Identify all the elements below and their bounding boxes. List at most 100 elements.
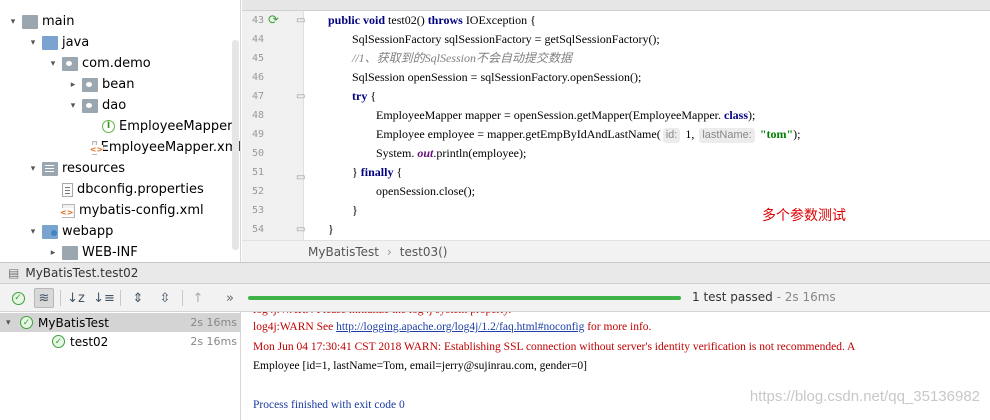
console-line: Mon Jun 04 17:30:41 CST 2018 WARN: Estab… <box>253 338 855 357</box>
fold-icon[interactable]: ▭ <box>296 172 305 183</box>
code-token: } <box>328 222 334 236</box>
tree-item[interactable]: ▾ java <box>0 32 240 53</box>
run-tab[interactable]: ▤ MyBatisTest.test02 <box>0 262 990 284</box>
chevron-down-icon[interactable]: ▾ <box>26 227 40 237</box>
code-line[interactable]: SqlSession openSession = sqlSessionFacto… <box>352 68 641 87</box>
code-token: IOException { <box>465 13 536 27</box>
folder-web-icon <box>42 224 58 239</box>
code-line[interactable]: //1、获取到的SqlSession不会自动提交数据 <box>352 49 572 68</box>
code-token: "tom" <box>756 127 794 141</box>
parameter-hint: id: <box>662 128 681 143</box>
tree-item[interactable]: dbconfig.properties <box>0 179 240 200</box>
test-name: test02 <box>70 334 109 349</box>
console-text: Process finished with exit code 0 <box>253 399 405 411</box>
editor-tab-strip[interactable] <box>242 0 990 11</box>
chevron-down-icon[interactable]: ▾ <box>46 59 60 69</box>
code-token: ); <box>748 108 756 122</box>
file-icon <box>62 182 73 197</box>
test-suite-row[interactable]: ▾ ✓ MyBatisTest 2s 16ms <box>0 313 241 332</box>
folder-src-icon <box>42 35 58 50</box>
show-ignored-icon[interactable]: ≋ <box>34 288 54 308</box>
breadcrumb-class[interactable]: MyBatisTest <box>308 245 379 259</box>
console-line: log4j:WARN See http://logging.apache.org… <box>253 318 651 337</box>
code-token: throws <box>427 13 466 27</box>
code-line[interactable]: } finally { <box>352 163 402 182</box>
line-number: 53 <box>251 205 264 216</box>
code-line[interactable]: Employee employee = mapper.getEmpByIdAnd… <box>376 125 801 144</box>
console-text: log4j:WARN See <box>253 321 337 333</box>
console-text: Employee [id=1, lastName=Tom, email=jerr… <box>253 360 587 372</box>
run-test-gutter-icon[interactable]: ⟳ <box>268 13 279 28</box>
tree-item[interactable]: I EmployeeMapper <box>0 116 240 137</box>
fold-icon[interactable]: ▭ <box>296 224 305 235</box>
code-token: SqlSessionFactory sqlSessionFactory = ge… <box>352 32 660 46</box>
tree-item[interactable]: EmployeeMapper.xml <box>0 137 241 158</box>
line-number: 44 <box>251 34 264 45</box>
console-text: Mon Jun 04 17:30:41 CST 2018 WARN: Estab… <box>253 340 856 353</box>
code-token: Employee employee = mapper.getEmpByIdAnd… <box>376 127 661 141</box>
chevron-right-icon[interactable]: ▸ <box>66 80 80 90</box>
chevron-down-icon[interactable]: ▾ <box>6 17 20 27</box>
folder-icon <box>22 14 38 29</box>
tree-item[interactable]: ▸ WEB-INF <box>0 242 240 262</box>
tree-item[interactable]: ▸ bean <box>0 74 240 95</box>
tree-item[interactable]: ▾ com.demo <box>0 53 240 74</box>
tree-item[interactable]: ▾ main <box>0 11 240 32</box>
code-line[interactable]: } <box>352 201 358 220</box>
chevron-down-icon[interactable]: ▾ <box>26 38 40 48</box>
chevron-right-icon[interactable]: ▸ <box>46 248 60 258</box>
more-actions-icon[interactable]: » <box>220 288 240 308</box>
parameter-hint: lastName: <box>699 128 755 143</box>
package-icon <box>62 56 78 71</box>
interface-icon: I <box>102 120 115 133</box>
collapse-all-icon[interactable]: ⇳ <box>155 288 175 308</box>
tree-item[interactable]: ▾ webapp <box>0 221 240 242</box>
line-number: 47 <box>251 91 264 102</box>
code-line[interactable]: EmployeeMapper mapper = openSession.getM… <box>376 106 755 125</box>
code-token: //1、获取到的SqlSession不会自动提交数据 <box>352 51 573 65</box>
code-editor[interactable]: 43 44 45 46 47 48 49 50 51 52 53 54 ⟳ ▭ ▭ ▭ ▭ publi… <box>242 11 990 240</box>
tree-scrollbar[interactable] <box>232 40 239 250</box>
chevron-down-icon[interactable]: ▾ <box>66 101 80 111</box>
test-status-time: - 2s 16ms <box>772 290 836 304</box>
expand-all-icon[interactable]: ⇕ <box>128 288 148 308</box>
test-results-tree: ▾ ✓ MyBatisTest 2s 16ms ✓ test02 2s 16ms <box>0 312 241 420</box>
folder-icon <box>62 245 78 260</box>
tree-item[interactable]: ▾ resources <box>0 158 240 179</box>
previous-failed-icon[interactable]: ↑ <box>188 288 208 308</box>
code-line[interactable]: try { <box>352 87 376 106</box>
tree-item-label: mybatis-config.xml <box>79 203 204 218</box>
code-token: } <box>352 165 361 179</box>
line-number: 52 <box>251 186 264 197</box>
console-link[interactable]: http://logging.apache.org/log4j/1.2/faq.… <box>336 321 584 333</box>
fold-icon[interactable]: ▭ <box>296 15 305 26</box>
tree-item-label: main <box>42 14 75 29</box>
chevron-down-icon: ▾ <box>6 317 11 328</box>
code-line[interactable]: } <box>328 220 334 239</box>
sort-alphabetically-icon[interactable]: ↓z <box>66 288 86 308</box>
code-line[interactable]: openSession.close(); <box>376 182 475 201</box>
code-line[interactable]: public void test02() throws IOException … <box>328 11 536 30</box>
show-passed-icon[interactable]: ✓ <box>8 288 28 308</box>
tree-item-label: EmployeeMapper.xml <box>100 140 241 155</box>
tree-item[interactable]: mybatis-config.xml <box>0 200 240 221</box>
breadcrumb-method[interactable]: test03() <box>400 245 448 259</box>
code-token: EmployeeMapper mapper = openSession.getM… <box>376 108 724 122</box>
run-config-icon: ▤ <box>8 266 20 280</box>
xml-icon <box>89 140 103 155</box>
line-number: 48 <box>251 110 264 121</box>
tree-item-label: WEB-INF <box>82 245 138 260</box>
code-token: openSession.close(); <box>376 184 475 198</box>
tree-item[interactable]: ▾ dao <box>0 95 240 116</box>
code-line[interactable]: System. out.println(employee); <box>376 144 526 163</box>
package-icon <box>82 98 98 113</box>
sort-by-duration-icon[interactable]: ↓≡ <box>93 288 115 308</box>
code-token: .println(employee); <box>433 146 527 160</box>
console-line: Process finished with exit code 0 <box>253 396 405 415</box>
code-token: finally <box>360 165 397 179</box>
fold-icon[interactable]: ▭ <box>296 91 305 102</box>
test-case-row[interactable]: ✓ test02 2s 16ms <box>0 332 241 351</box>
code-line[interactable]: SqlSessionFactory sqlSessionFactory = ge… <box>352 30 660 49</box>
chevron-down-icon[interactable]: ▾ <box>26 164 40 174</box>
code-token: try <box>352 89 371 103</box>
